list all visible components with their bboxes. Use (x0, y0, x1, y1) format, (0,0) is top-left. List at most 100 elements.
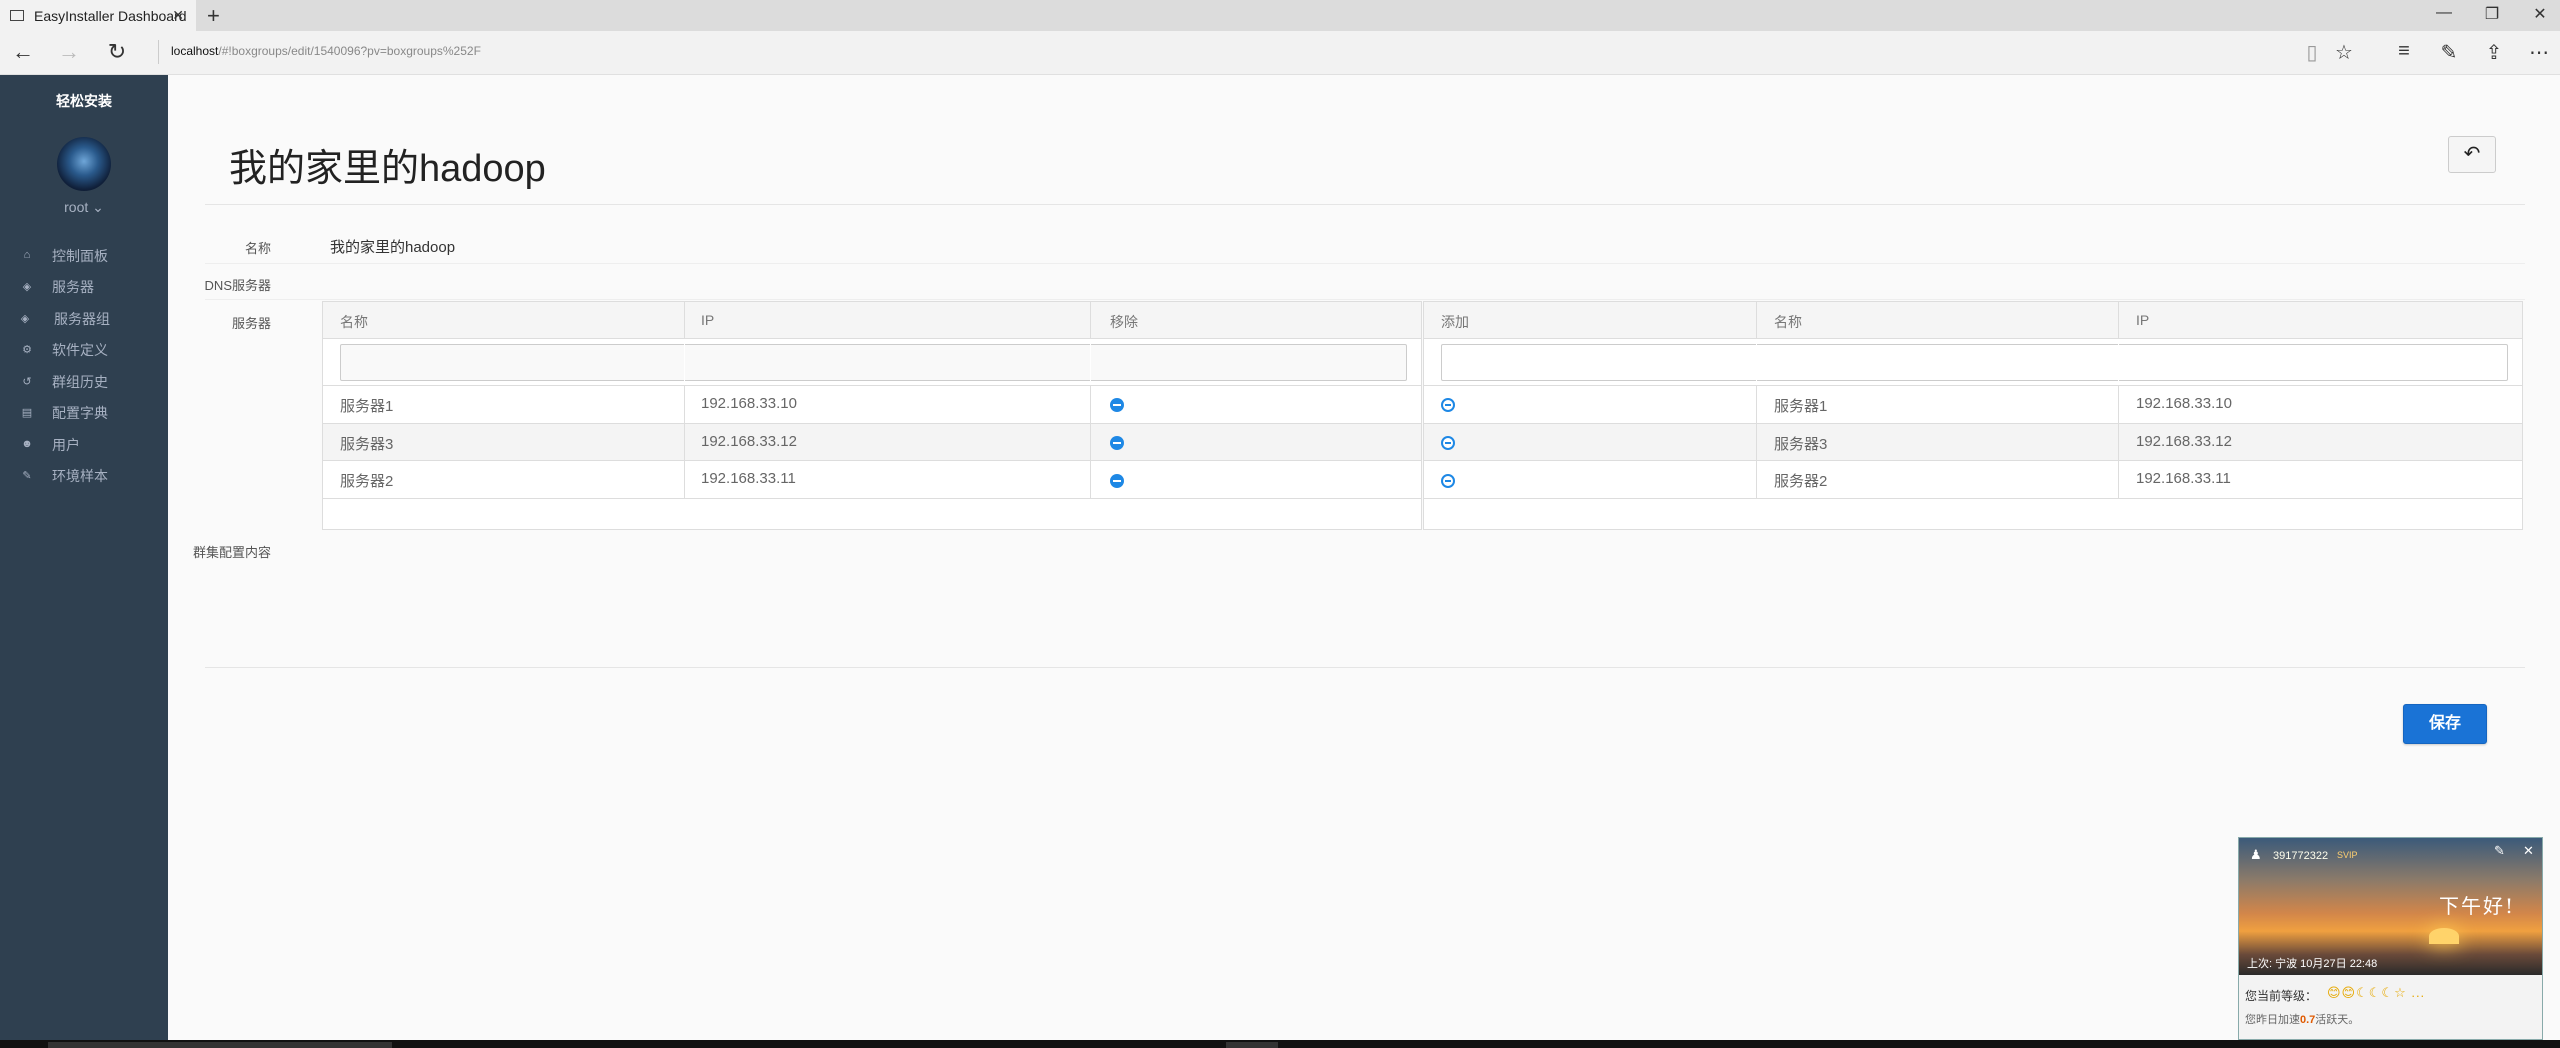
divider (205, 263, 2525, 264)
tab-title: EasyInstaller Dashboard (34, 7, 187, 24)
user-dropdown[interactable]: root ⌄ (0, 199, 168, 216)
share-icon[interactable]: ⇪ (2481, 40, 2507, 65)
sidebar-item-software[interactable]: ⚙ 软件定义 (0, 335, 168, 367)
dashboard-icon: ⌂ (23, 248, 31, 261)
speed-text: 您昨日加速0.7活跃天。 (2245, 1014, 2360, 1026)
sun-graphic (2429, 928, 2459, 944)
server-ip-cell: 192.168.33.12 (2136, 433, 2232, 450)
row-divider (323, 423, 1421, 424)
qq-id: 391772322 (2273, 850, 2329, 862)
page-icon (10, 10, 24, 21)
divider (205, 204, 2525, 205)
close-icon[interactable]: ✕ (2523, 843, 2534, 859)
row-divider (323, 460, 1421, 461)
server-name-cell: 服务器3 (1774, 436, 1828, 453)
refresh-icon[interactable]: ↻ (103, 39, 131, 65)
sidebar-item-users[interactable]: ☻ 用户 (0, 429, 168, 461)
remove-icon[interactable] (1110, 474, 1124, 488)
server-ip-cell: 192.168.33.12 (701, 433, 797, 450)
favorite-star-icon[interactable]: ☆ (2331, 40, 2357, 65)
sidebar-item-history[interactable]: ↺ 群组历史 (0, 366, 168, 398)
undo-arrow-icon: ↶ (2463, 143, 2481, 165)
column-header-name[interactable]: 名称 (340, 312, 368, 332)
column-divider (1090, 302, 1091, 498)
column-header-ip[interactable]: IP (2136, 312, 2149, 328)
new-tab-button[interactable]: + (207, 3, 220, 29)
sidebar-item-env-samples[interactable]: ✎ 环境样本 (0, 461, 168, 493)
forward-arrow-icon[interactable]: → (55, 39, 83, 65)
row-divider (323, 385, 1421, 386)
remove-icon[interactable] (1110, 436, 1124, 450)
restore-icon[interactable]: ❐ (2482, 4, 2502, 24)
add-icon[interactable] (1441, 398, 1455, 412)
available-servers-table: 添加 名称 IP 服务器1 192.168.33.10 服务器3 192.168… (1423, 301, 2523, 530)
row-background (1424, 423, 2522, 460)
save-button[interactable]: 保存 (2403, 704, 2487, 744)
filter-input[interactable] (340, 344, 1407, 381)
greeting-text: 下午好! (2439, 894, 2516, 918)
taskbar-item[interactable] (1226, 1042, 1278, 1048)
url-field[interactable]: localhost/#!boxgroups/edit/1540096?pv=bo… (171, 44, 481, 58)
svip-badge: SVIP (2337, 850, 2358, 860)
cogs-icon: ⚙ (22, 344, 32, 357)
last-login-text: 上次: 宁波 10月27日 22:48 (2247, 958, 2378, 970)
table-header: 名称 IP 移除 (323, 302, 1421, 339)
divider (205, 299, 2525, 300)
back-arrow-icon[interactable]: ← (9, 39, 37, 65)
level-icons[interactable]: 😊😊☾☾☾☆ ... (2327, 985, 2425, 1001)
taskbar-item[interactable] (48, 1042, 392, 1048)
server-ip-cell: 192.168.33.10 (701, 395, 797, 412)
avatar[interactable] (57, 137, 111, 191)
column-header-add: 添加 (1441, 314, 1469, 330)
browser-tab[interactable]: EasyInstaller Dashboard ✕ (0, 0, 196, 31)
close-window-icon[interactable]: ✕ (2530, 4, 2550, 24)
close-tab-icon[interactable]: ✕ (172, 7, 184, 24)
server-ip-cell: 192.168.33.11 (701, 470, 796, 487)
server-name-cell: 服务器2 (340, 473, 394, 490)
column-header-name[interactable]: 名称 (1774, 312, 1802, 332)
column-divider (2118, 302, 2119, 498)
users-icon: ☻ (21, 437, 33, 450)
sidebar-item-config-dict[interactable]: ▤ 配置字典 (0, 398, 168, 430)
taskbar (0, 1040, 2560, 1048)
history-icon: ↺ (22, 375, 32, 388)
column-divider (1756, 302, 1757, 498)
column-header-remove: 移除 (1110, 314, 1138, 330)
server-ip-cell: 192.168.33.10 (2136, 395, 2232, 412)
row-divider (1424, 385, 2522, 386)
main-content: 我的家里的hadoop ↶ 名称 我的家里的hadoop DNS服务器 服务器 … (168, 75, 2560, 1040)
server-name-cell: 服务器1 (340, 398, 394, 415)
column-gap (684, 339, 685, 385)
remove-icon[interactable] (1110, 398, 1124, 412)
book-icon: ▤ (21, 407, 33, 420)
cluster-config-label: 群集配置内容 (192, 545, 271, 560)
row-divider (323, 498, 1421, 499)
edit-icon[interactable]: ✎ (2494, 843, 2505, 859)
back-button[interactable]: ↶ (2448, 136, 2496, 173)
add-icon[interactable] (1441, 474, 1455, 488)
name-value[interactable]: 我的家里的hadoop (330, 236, 455, 257)
column-divider (684, 302, 685, 498)
reading-view-icon[interactable]: ▯ (2299, 40, 2325, 65)
filter-input[interactable] (1441, 344, 2508, 381)
browser-tab-bar: EasyInstaller Dashboard ✕ + — ❐ ✕ (0, 0, 2560, 31)
wrench-icon: ✎ (22, 470, 32, 483)
brand-title: 轻松安装 (56, 93, 112, 109)
column-gap (1756, 339, 1757, 385)
more-icon[interactable]: ⋯ (2526, 40, 2552, 65)
row-divider (1424, 498, 2522, 499)
hub-icon[interactable]: ≡ (2391, 40, 2417, 63)
servers-label: 服务器 (231, 316, 271, 331)
qq-penguin-icon: ♟ (2250, 847, 2262, 862)
dns-label: DNS服务器 (204, 278, 271, 293)
column-header-ip[interactable]: IP (701, 312, 714, 328)
column-gap (2118, 339, 2119, 385)
add-icon[interactable] (1441, 436, 1455, 450)
web-note-icon[interactable]: ✎ (2436, 40, 2462, 65)
address-bar: ← → ↻ localhost/#!boxgroups/edit/1540096… (0, 31, 2560, 75)
minimize-icon[interactable]: — (2434, 4, 2454, 22)
server-ip-cell: 192.168.33.11 (2136, 470, 2231, 487)
server-name-cell: 服务器2 (1774, 473, 1828, 490)
qq-notification-popup: ♟ 391772322 SVIP ✎ ✕ 下午好! 上次: 宁波 10月27日 … (2238, 837, 2543, 1040)
divider (158, 40, 159, 64)
